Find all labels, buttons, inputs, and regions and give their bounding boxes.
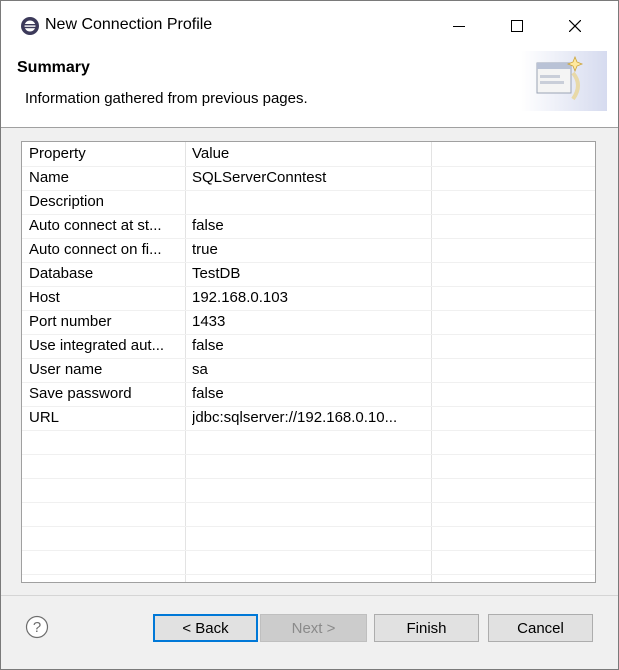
value-cell: false xyxy=(192,385,224,402)
close-button[interactable] xyxy=(546,1,604,51)
eclipse-icon xyxy=(21,17,39,35)
value-cell: sa xyxy=(192,361,208,378)
table-row[interactable]: Auto connect at st... false xyxy=(22,214,595,239)
property-cell: User name xyxy=(29,361,103,378)
table-row[interactable]: Auto connect on fi... true xyxy=(22,238,595,263)
new-connection-profile-dialog: New Connection Profile Summary Informati… xyxy=(0,0,619,670)
table-row[interactable]: Name SQLServerConntest xyxy=(22,166,595,191)
empty-row xyxy=(22,454,595,479)
column-header-value: Value xyxy=(192,145,230,162)
empty-row xyxy=(22,502,595,527)
summary-table[interactable]: Property Value Name SQLServerConntest De… xyxy=(21,141,596,583)
footer-divider xyxy=(1,595,618,596)
help-icon[interactable]: ? xyxy=(25,615,49,639)
table-row[interactable]: Use integrated aut... false xyxy=(22,334,595,359)
cancel-button[interactable]: Cancel xyxy=(488,614,593,642)
wizard-header: Summary Information gathered from previo… xyxy=(1,51,618,128)
property-cell: Database xyxy=(29,265,94,282)
close-icon xyxy=(569,20,581,32)
empty-row xyxy=(22,478,595,503)
maximize-button[interactable] xyxy=(488,1,546,51)
property-cell: URL xyxy=(29,409,60,426)
value-cell: 192.168.0.103 xyxy=(192,289,288,306)
back-button[interactable]: < Back xyxy=(153,614,258,642)
value-cell: jdbc:sqlserver://192.168.0.10... xyxy=(192,409,398,426)
maximize-icon xyxy=(511,20,523,32)
value-cell: false xyxy=(192,217,224,234)
page-description: Information gathered from previous pages… xyxy=(25,90,308,107)
finish-button[interactable]: Finish xyxy=(374,614,479,642)
wizard-banner-icon xyxy=(521,51,607,111)
table-row[interactable]: Description xyxy=(22,190,595,215)
property-cell: Use integrated aut... xyxy=(29,337,165,354)
table-header: Property Value xyxy=(22,142,595,167)
property-cell: Host xyxy=(29,289,60,306)
table-row[interactable]: URL jdbc:sqlserver://192.168.0.10... xyxy=(22,406,595,431)
empty-row xyxy=(22,430,595,455)
value-cell: SQLServerConntest xyxy=(192,169,327,186)
property-cell: Auto connect at st... xyxy=(29,217,162,234)
value-cell: TestDB xyxy=(192,265,241,282)
empty-row xyxy=(22,550,595,575)
column-header-property: Property xyxy=(29,145,86,162)
page-title: Summary xyxy=(17,59,90,76)
value-cell: true xyxy=(192,241,218,258)
svg-text:?: ? xyxy=(33,619,41,636)
next-button[interactable]: Next > xyxy=(260,614,367,642)
minimize-icon xyxy=(453,26,465,27)
minimize-button[interactable] xyxy=(430,1,488,51)
property-cell: Save password xyxy=(29,385,132,402)
table-row[interactable]: Save password false xyxy=(22,382,595,407)
property-cell: Auto connect on fi... xyxy=(29,241,162,258)
property-cell: Name xyxy=(29,169,70,186)
table-row[interactable]: Host 192.168.0.103 xyxy=(22,286,595,311)
property-cell: Port number xyxy=(29,313,112,330)
title-bar: New Connection Profile xyxy=(1,1,618,51)
property-cell: Description xyxy=(29,193,105,210)
value-cell: 1433 xyxy=(192,313,226,330)
value-cell: false xyxy=(192,337,224,354)
empty-row xyxy=(22,526,595,551)
table-row[interactable]: Port number 1433 xyxy=(22,310,595,335)
table-row[interactable]: User name sa xyxy=(22,358,595,383)
window-title: New Connection Profile xyxy=(45,16,213,33)
table-row[interactable]: Database TestDB xyxy=(22,262,595,287)
